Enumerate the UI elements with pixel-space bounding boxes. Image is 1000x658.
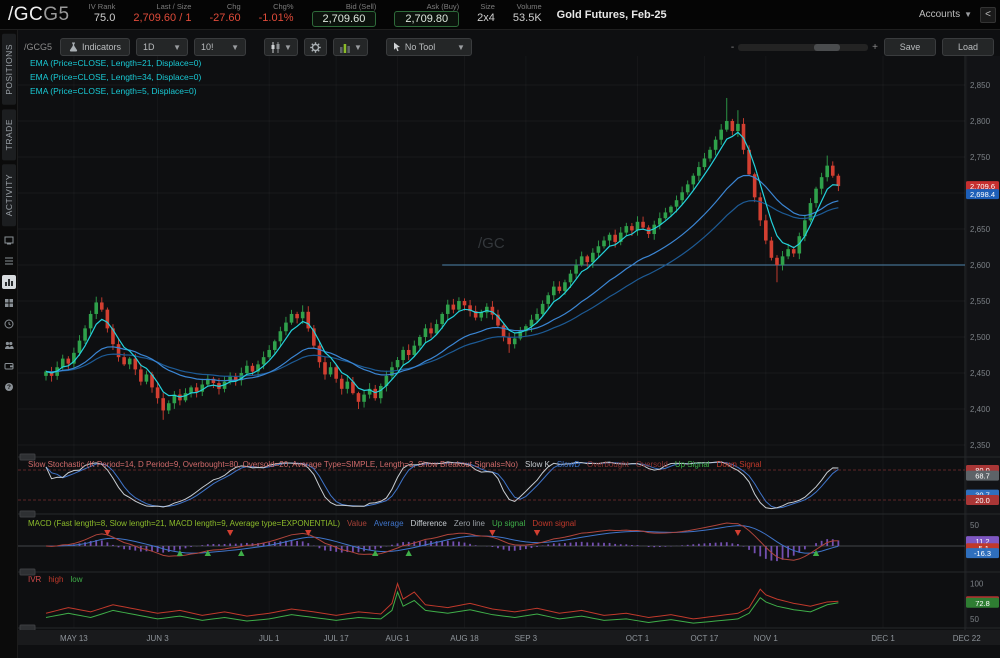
contract-description: Gold Futures, Feb-25: [557, 9, 667, 21]
chevron-down-icon: ▼: [231, 43, 239, 52]
price-chart-canvas[interactable]: /GC2,8502,8002,7502,7002,6502,6002,5502,…: [18, 56, 1000, 645]
chart-style-icon: [339, 42, 351, 53]
zoom-in-icon[interactable]: +: [872, 42, 878, 53]
svg-text:2,550: 2,550: [970, 297, 991, 306]
chevron-down-icon: ▼: [173, 43, 181, 52]
svg-text:2,600: 2,600: [970, 261, 991, 270]
aggregation-dropdown[interactable]: 10!▼: [194, 38, 246, 56]
time-zoom-slider[interactable]: - +: [731, 42, 878, 53]
panel-resize-grip[interactable]: [20, 454, 35, 460]
collapse-panel-button[interactable]: <: [980, 7, 996, 23]
svg-text:50: 50: [970, 521, 979, 530]
gear-icon: [310, 42, 321, 53]
date-axis-label: JUL 17: [324, 634, 350, 643]
quote-fields: IV Rank75.0 Last / Size2,709.60 / 1 Chg-27…: [80, 2, 551, 27]
quote-field-size: Size2x4: [477, 2, 495, 27]
chart-watermark: /GC: [478, 235, 505, 252]
date-axis-label: JUL 1: [259, 634, 280, 643]
chart-panel: /GCG5 Indicators 1D▼ 10!▼ ▼: [18, 30, 1000, 658]
quote-field-chg%: Chg%-1.01%: [259, 2, 294, 27]
zoom-slider-track[interactable]: [738, 44, 868, 51]
sidebar-clock-icon[interactable]: [2, 317, 16, 331]
svg-text:2,450: 2,450: [970, 369, 991, 378]
drawing-tool-dropdown[interactable]: No Tool ▼: [386, 38, 472, 56]
zoom-slider-handle[interactable]: [814, 44, 840, 51]
load-chart-button[interactable]: Load: [942, 38, 994, 56]
sidebar-monitor-icon[interactable]: [2, 233, 16, 247]
cursor-icon: [393, 42, 401, 52]
quote-field-last-size: Last / Size2,709.60 / 1: [133, 2, 191, 27]
sidebar-tab-activity[interactable]: ACTIVITY: [2, 164, 16, 226]
panel-resize-grip[interactable]: [20, 569, 35, 575]
date-axis-label: DEC 22: [953, 634, 982, 643]
sidebar-users-icon[interactable]: [2, 338, 16, 352]
svg-text:68.7: 68.7: [975, 472, 990, 481]
svg-text:72.8: 72.8: [975, 599, 990, 608]
chevron-down-icon: ▼: [457, 43, 465, 52]
candlestick-icon: [270, 42, 281, 53]
sidebar-help-icon[interactable]: ?: [2, 380, 16, 394]
sidebar-list-icon[interactable]: [2, 254, 16, 268]
svg-text:2,698.4: 2,698.4: [970, 190, 995, 199]
svg-text:2,500: 2,500: [970, 333, 991, 342]
chart-style-dropdown[interactable]: ▼: [333, 38, 368, 56]
save-chart-button[interactable]: Save: [884, 38, 936, 56]
quote-header: /GCG5 IV Rank75.0 Last / Size2,709.60 / 1…: [0, 0, 1000, 30]
zoom-out-icon[interactable]: -: [731, 42, 734, 53]
sidebar-grid-icon[interactable]: [2, 296, 16, 310]
left-sidebar: POSITIONS TRADE ACTIVITY ?: [0, 30, 18, 658]
svg-text:100: 100: [970, 580, 984, 589]
toolbar-symbol-label: /GCG5: [24, 42, 52, 52]
date-axis-label: AUG 1: [386, 634, 411, 643]
app-window: /GCG5 IV Rank75.0 Last / Size2,709.60 / 1…: [0, 0, 1000, 658]
quote-field-iv-rank: IV Rank75.0: [89, 2, 116, 27]
chevron-down-icon: ▼: [284, 43, 292, 52]
svg-text:2,650: 2,650: [970, 225, 991, 234]
svg-text:2,850: 2,850: [970, 81, 991, 90]
chart-settings-button[interactable]: [304, 38, 327, 56]
symbol-title: /GCG5: [8, 4, 70, 26]
svg-text:2,400: 2,400: [970, 405, 991, 414]
svg-text:2,750: 2,750: [970, 153, 991, 162]
indicators-button[interactable]: Indicators: [60, 38, 130, 56]
chart-toolbar: /GCG5 Indicators 1D▼ 10!▼ ▼: [18, 36, 1000, 58]
svg-text:2,350: 2,350: [970, 441, 991, 450]
chart-type-dropdown[interactable]: ▼: [264, 38, 298, 56]
chevron-down-icon: ▼: [354, 43, 362, 52]
date-axis-label: DEC 1: [871, 634, 895, 643]
sidebar-tab-positions[interactable]: POSITIONS: [2, 34, 16, 105]
quote-field-volume: Volume53.5K: [513, 2, 542, 27]
timeframe-dropdown[interactable]: 1D▼: [136, 38, 188, 56]
svg-text:2,800: 2,800: [970, 117, 991, 126]
accounts-dropdown[interactable]: Accounts▼: [919, 9, 972, 20]
sidebar-wallet-icon[interactable]: [2, 359, 16, 373]
flask-icon: [69, 42, 78, 52]
date-axis-label: OCT 1: [626, 634, 650, 643]
sidebar-chart-icon[interactable]: [2, 275, 16, 289]
date-axis-label: MAY 13: [60, 634, 88, 643]
svg-text:50: 50: [970, 615, 979, 624]
panel-resize-grip[interactable]: [20, 511, 35, 517]
date-axis-label: SEP 3: [515, 634, 538, 643]
date-axis-label: OCT 17: [691, 634, 719, 643]
quote-field-chg: Chg-27.60: [209, 2, 240, 27]
date-axis-label: AUG 18: [450, 634, 479, 643]
date-axis-label: NOV 1: [754, 634, 779, 643]
svg-text:20.0: 20.0: [975, 496, 990, 505]
quote-field-bid-sell-[interactable]: Bid (Sell)2,709.60: [312, 2, 377, 27]
chevron-down-icon: ▼: [964, 10, 972, 19]
quote-field-ask-buy-[interactable]: Ask (Buy)2,709.80: [394, 2, 459, 27]
date-axis-label: JUN 3: [146, 634, 169, 643]
svg-text:?: ?: [7, 385, 11, 392]
svg-text:-16.3: -16.3: [974, 549, 991, 558]
sidebar-tab-trade[interactable]: TRADE: [2, 109, 16, 160]
